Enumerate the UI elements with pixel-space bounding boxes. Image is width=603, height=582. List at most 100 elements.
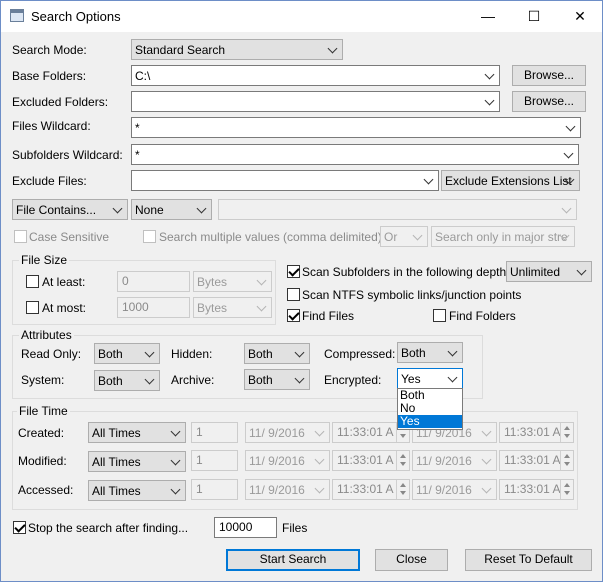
find-files-label: Find Files <box>302 309 355 323</box>
created-label: Created: <box>18 426 65 440</box>
at-most-unit-select[interactable]: Bytes <box>193 297 272 318</box>
search-mode-select[interactable]: Standard Search <box>131 39 343 60</box>
scan-subfolders-checkbox[interactable] <box>287 265 300 278</box>
subfolders-wildcard-combo[interactable]: * <box>131 144 579 165</box>
maximize-button[interactable]: ☐ <box>511 1 557 32</box>
multiple-values-label: Search multiple values (comma delimited) <box>159 230 382 244</box>
archive-label: Archive: <box>171 373 215 387</box>
title-bar: Search Options — ☐ ✕ <box>1 1 602 32</box>
file-contains-select[interactable]: File Contains... <box>12 199 128 220</box>
multiple-values-checkbox[interactable] <box>143 230 156 243</box>
reset-to-default-button[interactable]: Reset To Default <box>465 549 592 571</box>
stop-after-label: Stop the search after finding... <box>28 521 189 535</box>
stop-after-input[interactable]: 10000 <box>214 517 277 538</box>
encrypted-label: Encrypted: <box>324 373 382 387</box>
modified-to-date[interactable]: 11/ 9/2016 <box>412 450 497 471</box>
stop-after-checkbox[interactable] <box>13 521 26 534</box>
accessed-number-input[interactable]: 1 <box>191 479 238 500</box>
app-window-icon <box>10 9 24 22</box>
created-from-date[interactable]: 11/ 9/2016 <box>245 422 330 443</box>
find-files-checkbox[interactable] <box>287 309 300 322</box>
chevron-down-icon <box>256 300 268 314</box>
contains-text-combo[interactable] <box>218 199 577 220</box>
modified-mode-value: All Times <box>92 455 141 469</box>
at-most-checkbox[interactable] <box>26 301 39 314</box>
minimize-button[interactable]: — <box>465 1 511 32</box>
created-number-input[interactable]: 1 <box>191 422 238 443</box>
close-button[interactable]: Close <box>375 549 448 571</box>
accessed-mode-select[interactable]: All Times <box>88 480 186 501</box>
files-wildcard-value: * <box>135 121 140 135</box>
hidden-label: Hidden: <box>171 347 213 361</box>
hidden-value: Both <box>248 347 273 361</box>
modified-number-input[interactable]: 1 <box>191 450 238 471</box>
excluded-folders-combo[interactable] <box>131 91 500 112</box>
accessed-from-date[interactable]: 11/ 9/2016 <box>245 479 330 500</box>
compressed-select[interactable]: Both <box>397 342 463 363</box>
file-size-title: File Size <box>19 253 70 267</box>
start-search-button[interactable]: Start Search <box>226 549 360 571</box>
stream-select[interactable]: Search only in major stre <box>431 226 575 247</box>
excluded-folders-label: Excluded Folders: <box>12 95 109 109</box>
exclude-extensions-list-value: Exclude Extensions List <box>445 174 572 188</box>
chevron-down-icon <box>144 346 156 360</box>
browse-excluded-folders-button[interactable]: Browse... <box>512 91 586 112</box>
case-sensitive-label: Case Sensitive <box>29 230 110 244</box>
exclude-extensions-list-select[interactable]: Exclude Extensions List <box>441 170 580 191</box>
system-label: System: <box>21 373 65 387</box>
files-wildcard-label: Files Wildcard: <box>12 119 91 133</box>
chevron-down-icon <box>484 68 496 82</box>
case-sensitive-checkbox[interactable] <box>14 230 27 243</box>
accessed-to-time[interactable]: 11:33:01 A <box>499 479 574 500</box>
at-least-checkbox[interactable] <box>26 275 39 288</box>
modified-mode-select[interactable]: All Times <box>88 451 186 472</box>
modified-from-date[interactable]: 11/ 9/2016 <box>245 450 330 471</box>
modified-to-time[interactable]: 11:33:01 A <box>499 450 574 471</box>
stream-select-value: Search only in major stre <box>435 230 568 244</box>
modified-to-date-value: 11/ 9/2016 <box>416 454 472 468</box>
find-folders-checkbox[interactable] <box>433 309 446 322</box>
read-only-select[interactable]: Both <box>94 343 160 364</box>
chevron-down-icon <box>294 346 306 360</box>
chevron-down-icon <box>484 94 496 108</box>
modified-label: Modified: <box>18 454 67 468</box>
scan-ntfs-checkbox[interactable] <box>287 288 300 301</box>
created-to-time[interactable]: 11:33:01 A <box>499 422 574 443</box>
at-least-input[interactable]: 0 <box>117 271 190 292</box>
modified-from-time[interactable]: 11:33:01 A <box>332 450 410 471</box>
chevron-down-icon <box>170 425 182 439</box>
browse-base-folders-button[interactable]: Browse... <box>512 65 586 86</box>
system-select[interactable]: Both <box>94 370 160 391</box>
chevron-down-icon <box>314 453 326 467</box>
scan-depth-select[interactable]: Unlimited <box>506 261 592 282</box>
subfolders-wildcard-value: * <box>135 148 140 162</box>
encrypted-select[interactable]: Yes <box>397 368 463 389</box>
or-select[interactable]: Or <box>380 226 428 247</box>
chevron-down-icon <box>447 345 459 359</box>
at-most-input[interactable]: 1000 <box>117 297 190 318</box>
window-title: Search Options <box>31 9 121 24</box>
compressed-value: Both <box>401 346 426 360</box>
files-wildcard-combo[interactable]: * <box>131 117 581 138</box>
system-value: Both <box>98 374 123 388</box>
exclude-files-combo[interactable] <box>131 170 439 191</box>
encrypted-option-yes[interactable]: Yes <box>398 415 462 428</box>
chevron-down-icon <box>170 454 182 468</box>
accessed-from-time[interactable]: 11:33:01 A <box>332 479 410 500</box>
base-folders-label: Base Folders: <box>12 69 87 83</box>
archive-select[interactable]: Both <box>244 369 310 390</box>
hidden-select[interactable]: Both <box>244 343 310 364</box>
close-window-button[interactable]: ✕ <box>557 1 603 32</box>
scan-subfolders-label: Scan Subfolders in the following depth: <box>302 265 510 279</box>
created-mode-select[interactable]: All Times <box>88 422 186 443</box>
search-options-window: Search Options — ☐ ✕ Search Mode: Standa… <box>0 0 603 582</box>
contains-type-select[interactable]: None <box>131 199 212 220</box>
spinner-icon <box>560 423 573 442</box>
accessed-to-date[interactable]: 11/ 9/2016 <box>412 479 497 500</box>
at-least-unit-select[interactable]: Bytes <box>193 271 272 292</box>
base-folders-combo[interactable]: C:\ <box>131 65 500 86</box>
chevron-down-icon <box>144 373 156 387</box>
archive-value: Both <box>248 373 273 387</box>
attributes-title: Attributes <box>19 328 74 342</box>
chevron-down-icon <box>564 173 576 187</box>
